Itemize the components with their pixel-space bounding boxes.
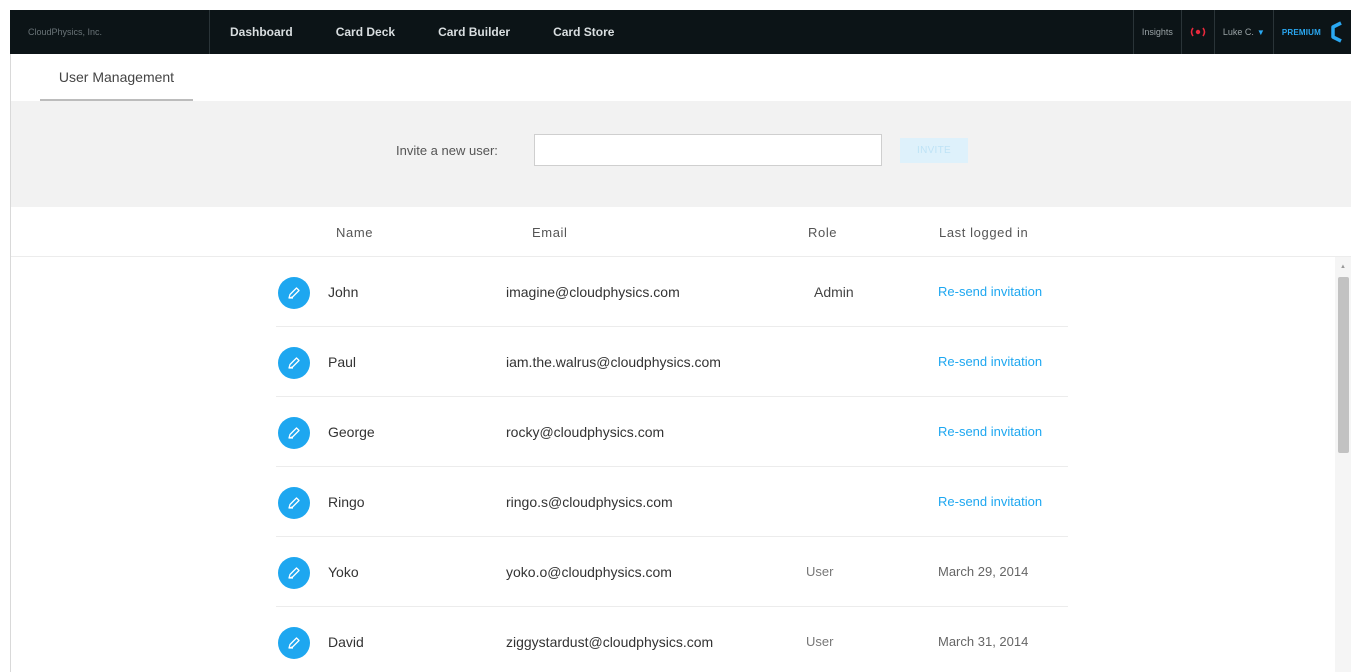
invite-email-input[interactable] [534, 134, 882, 166]
user-table: John imagine@cloudphysics.com Admin Re-s… [0, 257, 1335, 672]
edit-user-button[interactable] [278, 417, 310, 449]
edit-user-button[interactable] [278, 627, 310, 659]
user-email: ziggystardust@cloudphysics.com [506, 634, 714, 650]
user-email: iam.the.walrus@cloudphysics.com [506, 354, 721, 370]
table-row: Paul iam.the.walrus@cloudphysics.com Re-… [276, 327, 1068, 397]
invite-button[interactable]: INVITE [900, 138, 968, 163]
user-email: ringo.s@cloudphysics.com [506, 494, 673, 510]
pencil-icon [288, 287, 300, 299]
user-email: rocky@cloudphysics.com [506, 424, 665, 440]
scroll-up-icon[interactable]: ▲ [1335, 261, 1351, 273]
top-navbar: CloudPhysics, Inc. Dashboard Card Deck C… [10, 10, 1351, 54]
header-role: Role [808, 225, 838, 240]
alerts-button[interactable] [1180, 10, 1214, 54]
user-role: Admin [814, 284, 854, 300]
user-name: Ringo [328, 494, 365, 510]
table-row: Yoko yoko.o@cloudphysics.com User March … [276, 537, 1068, 607]
table-row: John imagine@cloudphysics.com Admin Re-s… [276, 257, 1068, 327]
invite-label: Invite a new user: [396, 143, 498, 158]
nav-dashboard[interactable]: Dashboard [210, 25, 293, 39]
last-logged-in: March 29, 2014 [938, 564, 1029, 579]
resend-invitation-link[interactable]: Re-send invitation [938, 354, 1042, 369]
insights-link[interactable]: Insights [1132, 10, 1181, 54]
user-name: John [328, 284, 359, 300]
user-name: Luke C. [1222, 27, 1254, 37]
table-row: George rocky@cloudphysics.com Re-send in… [276, 397, 1068, 467]
brand-name: CloudPhysics, Inc. [10, 10, 210, 54]
main-nav: Dashboard Card Deck Card Builder Card St… [210, 10, 637, 54]
tab-bar: User Management [11, 54, 1351, 101]
edit-user-button[interactable] [278, 277, 310, 309]
nav-card-builder[interactable]: Card Builder [418, 25, 510, 39]
pencil-icon [288, 497, 300, 509]
last-logged-in: March 31, 2014 [938, 634, 1029, 649]
resend-invitation-link[interactable]: Re-send invitation [938, 494, 1042, 509]
pencil-icon [288, 567, 300, 579]
user-name: David [328, 634, 364, 650]
tab-user-management[interactable]: User Management [40, 54, 193, 101]
premium-label: PREMIUM [1281, 27, 1321, 37]
nav-card-store[interactable]: Card Store [533, 25, 614, 39]
table-row: Ringo ringo.s@cloudphysics.com Re-send i… [276, 467, 1068, 537]
edit-user-button[interactable] [278, 487, 310, 519]
header-email: Email [532, 225, 568, 240]
pencil-icon [288, 637, 300, 649]
user-name: George [328, 424, 375, 440]
edit-user-button[interactable] [278, 347, 310, 379]
top-right-menu: Insights Luke C. ▼ PREMIUM [1132, 10, 1351, 54]
resend-invitation-link[interactable]: Re-send invitation [938, 424, 1042, 439]
chevron-down-icon: ▼ [1256, 27, 1265, 37]
table-header: Name Email Role Last logged in [11, 207, 1351, 257]
pencil-icon [288, 427, 300, 439]
scrollbar-thumb[interactable] [1338, 277, 1349, 453]
resend-invitation-link[interactable]: Re-send invitation [938, 284, 1042, 299]
edit-user-button[interactable] [278, 557, 310, 589]
user-role: User [806, 564, 834, 579]
nav-card-deck[interactable]: Card Deck [316, 25, 395, 39]
alert-icon [1190, 27, 1206, 37]
invite-section: Invite a new user: INVITE [11, 101, 1351, 207]
premium-badge[interactable]: PREMIUM [1272, 10, 1351, 54]
user-email: yoko.o@cloudphysics.com [506, 564, 672, 580]
user-name: Paul [328, 354, 357, 370]
header-name: Name [336, 225, 374, 240]
cloudphysics-logo-icon [1321, 10, 1343, 54]
pencil-icon [288, 357, 300, 369]
user-menu[interactable]: Luke C. ▼ [1213, 10, 1273, 54]
header-last-logged-in: Last logged in [939, 225, 1029, 240]
user-email: imagine@cloudphysics.com [506, 284, 680, 300]
table-scrollbar[interactable]: ▲ [1335, 257, 1351, 672]
user-name: Yoko [328, 564, 359, 580]
user-role: User [806, 634, 834, 649]
table-row: David ziggystardust@cloudphysics.com Use… [276, 607, 1068, 672]
